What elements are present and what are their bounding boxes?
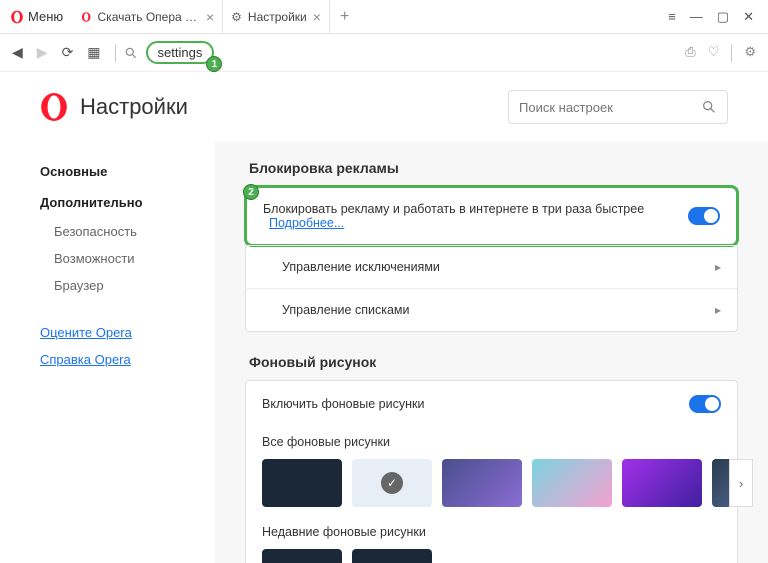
heart-icon[interactable]: ♡: [708, 44, 720, 62]
row-manage-lists[interactable]: Управление списками ▸: [246, 288, 737, 331]
wallpaper-thumb[interactable]: [352, 549, 432, 563]
sidebar-link-help[interactable]: Справка Opera: [40, 346, 215, 373]
check-icon: ✓: [381, 472, 403, 494]
gear-icon: ⚙: [231, 10, 242, 24]
sidebar-link-rate[interactable]: Оцените Opera: [40, 319, 215, 346]
camera-icon[interactable]: ⎙: [685, 44, 695, 62]
maximize-icon[interactable]: ▢: [717, 9, 729, 25]
sidebar-item-security[interactable]: Безопасность: [40, 218, 215, 245]
row-label: Блокировать рекламу и работать в интерне…: [263, 202, 688, 230]
close-icon[interactable]: ×: [313, 9, 321, 25]
label-recent-wallpapers: Недавние фоновые рисунки: [246, 517, 737, 539]
card-wallpaper: Включить фоновые рисунки Все фоновые рис…: [245, 380, 738, 563]
sidebar: Основные Дополнительно Безопасность Возм…: [0, 142, 215, 563]
main: Блокировка рекламы 2 Блокировать рекламу…: [215, 142, 768, 563]
toolbar: ◀ ▶ ⟳ ▦ settings 1 ⎙ ♡ ⚙: [0, 34, 768, 72]
row-block-ads[interactable]: 2 Блокировать рекламу и работать в интер…: [244, 185, 739, 247]
scroll-right-button[interactable]: ›: [729, 459, 753, 507]
content: Основные Дополнительно Безопасность Возм…: [0, 142, 768, 563]
speed-dial-icon[interactable]: ▦: [87, 44, 100, 61]
section-title-adblock: Блокировка рекламы: [245, 156, 738, 186]
opera-logo-icon: [40, 93, 68, 121]
tab-download[interactable]: Скачать Опера для комп ×: [73, 0, 223, 33]
forward-button[interactable]: ▶: [37, 44, 48, 61]
page-title: Настройки: [80, 94, 188, 120]
address-text: settings: [158, 45, 203, 60]
reload-button[interactable]: ⟳: [62, 44, 74, 61]
row-manage-exceptions[interactable]: Управление исключениями ▸: [246, 245, 737, 288]
minimize-icon[interactable]: —: [690, 9, 703, 25]
tab-label: Настройки: [248, 10, 307, 24]
annotation-marker-1: 1: [206, 56, 222, 72]
chevron-right-icon: ▸: [715, 303, 721, 317]
wallpaper-thumb[interactable]: [262, 549, 342, 563]
address-bar[interactable]: settings 1: [146, 41, 215, 64]
search-settings[interactable]: [508, 90, 728, 124]
chevron-right-icon: ▸: [715, 260, 721, 274]
sidebar-item-features[interactable]: Возможности: [40, 245, 215, 272]
row-label: Управление списками: [282, 303, 715, 317]
wallpaper-thumb[interactable]: ✓: [352, 459, 432, 507]
tab-label: Скачать Опера для комп: [98, 10, 200, 24]
wallpaper-thumb[interactable]: [442, 459, 522, 507]
titlebar: Меню Скачать Опера для комп × ⚙ Настройк…: [0, 0, 768, 34]
annotation-marker-2: 2: [243, 184, 259, 200]
menu-button[interactable]: Меню: [0, 0, 73, 33]
opera-logo-icon: [81, 10, 91, 24]
back-button[interactable]: ◀: [12, 44, 23, 61]
row-label: Управление исключениями: [282, 260, 715, 274]
opera-logo-icon: [10, 10, 24, 24]
sidebar-item-advanced[interactable]: Дополнительно: [40, 187, 215, 218]
card-adblock: 2 Блокировать рекламу и работать в интер…: [245, 186, 738, 332]
sidebar-item-basic[interactable]: Основные: [40, 156, 215, 187]
wallpaper-thumb[interactable]: [622, 459, 702, 507]
wallpaper-thumb[interactable]: [262, 459, 342, 507]
tabs-overview-icon[interactable]: ≡: [668, 9, 676, 25]
search-icon: [124, 46, 138, 60]
label-all-wallpapers: Все фоновые рисунки: [246, 427, 737, 449]
toggle-wallpapers[interactable]: [689, 395, 721, 413]
easy-setup-icon[interactable]: ⚙: [744, 44, 756, 62]
search-icon: [701, 99, 717, 115]
wallpaper-thumb[interactable]: [532, 459, 612, 507]
recent-wallpaper-grid: [246, 539, 737, 563]
close-icon[interactable]: ×: [206, 9, 214, 25]
wallpaper-grid: ✓ ›: [246, 449, 737, 517]
search-input[interactable]: [519, 100, 701, 115]
separator: [731, 44, 732, 62]
sidebar-item-browser[interactable]: Браузер: [40, 272, 215, 299]
tab-settings[interactable]: ⚙ Настройки ×: [223, 0, 330, 33]
section-title-wallpaper: Фоновый рисунок: [245, 350, 738, 380]
page-header: Настройки: [0, 72, 768, 142]
new-tab-button[interactable]: +: [330, 8, 359, 26]
row-label: Включить фоновые рисунки: [262, 397, 689, 411]
separator: [115, 44, 116, 62]
close-icon[interactable]: ✕: [743, 9, 754, 25]
toggle-adblock[interactable]: [688, 207, 720, 225]
row-enable-wallpapers[interactable]: Включить фоновые рисунки: [246, 381, 737, 427]
learn-more-link[interactable]: Подробнее...: [269, 216, 344, 230]
menu-label: Меню: [28, 9, 63, 24]
